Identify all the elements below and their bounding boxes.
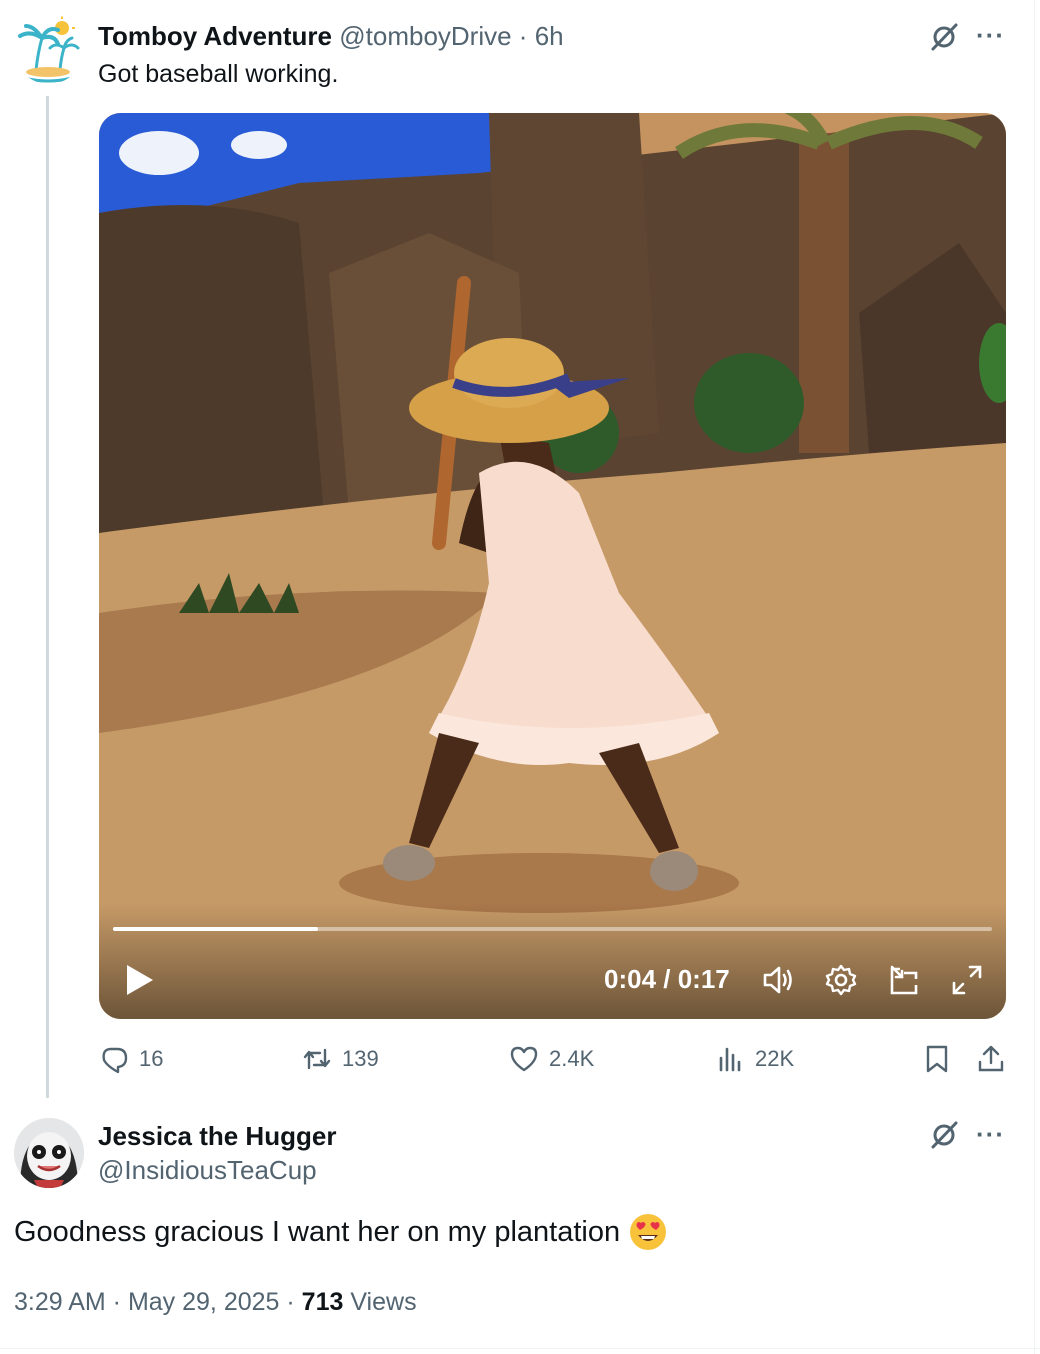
fullscreen-icon[interactable] (950, 963, 984, 997)
grok-icon[interactable] (929, 1120, 959, 1150)
tweet1-separator: · (511, 21, 535, 51)
meta-separator: · (279, 1288, 302, 1316)
video-timecode: 0:04 / 0:17 (604, 964, 730, 994)
tweet1-avatar[interactable] (14, 14, 84, 84)
share-button[interactable] (976, 1042, 1006, 1076)
heart-icon (510, 1046, 538, 1072)
tweet1-handle[interactable]: @tomboyDrive (339, 21, 511, 51)
play-icon[interactable] (123, 963, 157, 997)
views-button[interactable]: 22K (715, 1042, 794, 1076)
tweet2-views-label: Views (343, 1288, 417, 1316)
volume-icon[interactable] (761, 963, 795, 997)
like-button[interactable]: 2.4K (509, 1042, 594, 1076)
column-divider (1034, 0, 1035, 1354)
tweet1-header: Tomboy Adventure @tomboyDrive · 6h (98, 20, 564, 52)
tweet2-text: Goodness gracious I want her on my plant… (14, 1216, 621, 1248)
tweet2-avatar[interactable] (14, 1118, 84, 1188)
analytics-icon (719, 1047, 741, 1072)
tweet2-views-count: 713 (301, 1288, 344, 1316)
like-count: 2.4K (549, 1046, 595, 1071)
video-frame (99, 113, 1006, 1019)
bookmark-icon (926, 1045, 948, 1073)
repost-count: 139 (342, 1046, 379, 1071)
divider (0, 1348, 1040, 1349)
tweet2-date[interactable]: May 29, 2025 (128, 1288, 280, 1316)
palm-island-icon (18, 16, 80, 83)
tweet1-display-name[interactable]: Tomboy Adventure (98, 21, 332, 51)
tweet1-text: Got baseball working. (98, 60, 339, 88)
tweet2-text-row: Goodness gracious I want her on my plant… (14, 1212, 668, 1252)
grok-icon[interactable] (929, 22, 959, 52)
more-options-icon[interactable]: ··· (976, 1121, 1005, 1147)
tweet2-handle[interactable]: @InsidiousTeaCup (98, 1154, 317, 1186)
meta-separator: · (105, 1288, 128, 1316)
reply-count: 16 (139, 1046, 164, 1071)
picture-in-picture-icon[interactable] (888, 963, 922, 997)
video-progress-bar[interactable] (113, 927, 992, 931)
tweet2-display-name[interactable]: Jessica the Hugger (98, 1120, 336, 1152)
more-options-icon[interactable]: ··· (976, 22, 1005, 48)
anime-face-avatar-icon (14, 1118, 84, 1188)
repost-button[interactable]: 139 (302, 1042, 379, 1076)
reply-icon (102, 1047, 128, 1074)
video-progress-fill (113, 927, 318, 931)
thread-connector (46, 96, 49, 1098)
tweet1-time[interactable]: 6h (535, 21, 564, 51)
bookmark-button[interactable] (922, 1042, 952, 1076)
gear-icon[interactable] (824, 963, 858, 997)
tweet2-meta: 3:29 AM · May 29, 2025 · 713 Views (14, 1286, 417, 1318)
controls-overlay (99, 903, 1006, 1019)
tweet2-time[interactable]: 3:29 AM (14, 1288, 106, 1316)
repost-icon (303, 1048, 331, 1070)
heart-eyes-emoji (630, 1214, 667, 1250)
views-count: 22K (755, 1046, 795, 1071)
video-player[interactable]: 0:04 / 0:17 (99, 113, 1006, 1019)
share-icon (978, 1045, 1004, 1072)
reply-button[interactable]: 16 (99, 1042, 163, 1076)
